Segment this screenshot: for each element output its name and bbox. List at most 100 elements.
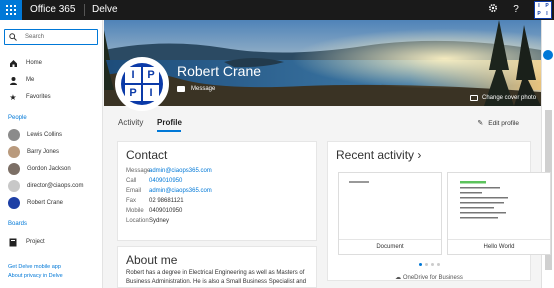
board-icon	[8, 237, 18, 247]
contact-value: 02 98681121	[149, 198, 184, 204]
document-preview	[460, 181, 508, 219]
nav-item-me[interactable]: Me	[8, 75, 34, 85]
edit-profile-label: Edit profile	[488, 119, 519, 127]
person-item[interactable]: Lewis Collins	[8, 129, 62, 141]
contact-label: Fax	[126, 198, 137, 204]
divider	[448, 239, 550, 240]
nav-item-home[interactable]: Home	[8, 58, 42, 68]
contact-row: Fax 02 98681121	[126, 198, 184, 204]
document-title: Hello World	[483, 244, 515, 250]
contact-email-link[interactable]: admin@ciaops365.com	[149, 188, 212, 194]
board-item-project[interactable]: Project	[8, 237, 45, 247]
about-title: About me	[126, 253, 178, 267]
person-name: Lewis Collins	[27, 132, 63, 138]
person-item[interactable]: director@ciaops.com	[8, 180, 83, 192]
document-preview	[349, 181, 369, 183]
home-icon	[8, 58, 18, 68]
nav-item-favorites[interactable]: ★ Favorites	[8, 92, 51, 102]
recent-activity-label: Recent activity	[336, 148, 415, 162]
contact-label: Location	[126, 218, 149, 224]
person-name: Robert Crane	[27, 200, 64, 206]
contact-label: Call	[126, 178, 137, 184]
document-card[interactable]: Hello World	[447, 172, 551, 255]
nav-label: Favorites	[26, 94, 51, 100]
contact-row: Location Sydney	[126, 218, 169, 224]
person-item[interactable]: Gordon Jackson	[8, 163, 71, 175]
divider	[84, 4, 85, 16]
app-name[interactable]: Delve	[92, 4, 118, 15]
tab-active-indicator	[157, 130, 181, 132]
nav-label: Home	[26, 60, 43, 66]
person-name: director@ciaops.com	[27, 183, 84, 189]
search-icon	[9, 33, 17, 41]
contact-row: Message admin@ciaops365.com	[126, 168, 212, 174]
about-card: About me Robert has a degree in Electric…	[117, 246, 317, 288]
contact-message-link[interactable]: admin@ciaops365.com	[149, 168, 212, 174]
waffle-icon	[6, 5, 16, 15]
left-navigation: Search Home Me ★ Favorites People Lewis …	[0, 20, 103, 288]
onedrive-label: OneDrive for Business	[402, 275, 463, 281]
board-label: Project	[26, 239, 45, 245]
search-input[interactable]: Search	[25, 34, 44, 40]
profile-photo[interactable]: IP PI	[115, 57, 169, 111]
cover-photo	[104, 20, 541, 106]
nav-label: Me	[26, 77, 35, 83]
message-button[interactable]: Message	[177, 86, 215, 92]
about-text: Robert has a degree in Electrical Engine…	[126, 270, 307, 285]
person-name: Barry Jones	[27, 149, 60, 155]
boards-section-title[interactable]: Boards	[8, 221, 27, 227]
profile-tabs: Activity Profile ✎ Edit profile	[104, 113, 541, 135]
tab-profile[interactable]: Profile	[157, 118, 182, 127]
recent-activity-card: Recent activity › Document Hello World ☁…	[327, 141, 551, 281]
feedback-smiley-icon[interactable]	[543, 50, 553, 60]
contact-label: Mobile	[126, 208, 144, 214]
edit-profile-button[interactable]: ✎ Edit profile	[477, 119, 519, 128]
contact-row: Email admin@ciaops365.com	[126, 188, 212, 194]
avatar	[8, 197, 20, 209]
person-name: Gordon Jackson	[27, 166, 71, 172]
privacy-link[interactable]: About privacy in Delve	[8, 273, 63, 279]
document-card[interactable]: Document	[338, 172, 442, 255]
cover-image	[104, 20, 541, 106]
cloud-icon: ☁	[395, 275, 402, 281]
contact-call-link[interactable]: 0409010950	[149, 178, 182, 184]
contact-value: 0409010950	[149, 208, 183, 214]
pencil-icon: ✎	[477, 120, 484, 127]
search-box[interactable]: Search	[4, 29, 98, 45]
app-launcher-button[interactable]	[0, 0, 22, 20]
mobile-app-link[interactable]: Get Delve mobile app	[8, 264, 61, 270]
contact-title: Contact	[126, 148, 168, 162]
person-item[interactable]: Robert Crane	[8, 197, 63, 209]
profile-name: Robert Crane	[177, 63, 262, 79]
profile-logo: IP PI	[121, 63, 163, 105]
contact-row: Call 0409010950	[126, 178, 182, 184]
camera-icon	[470, 95, 478, 101]
contact-label: Message	[126, 168, 151, 174]
star-icon: ★	[9, 92, 17, 102]
gear-icon[interactable]	[486, 3, 500, 17]
contact-value: Sydney	[149, 218, 170, 224]
person-item[interactable]: Barry Jones	[8, 146, 59, 158]
people-section-title[interactable]: People	[8, 115, 27, 121]
suite-bar: Office 365 Delve ? IP PI	[0, 0, 554, 20]
tab-activity[interactable]: Activity	[118, 118, 143, 127]
avatar	[8, 146, 20, 158]
recent-activity-title[interactable]: Recent activity ›	[336, 148, 421, 162]
contact-label: Email	[126, 188, 142, 194]
change-cover-label: Change cover photo	[482, 95, 537, 101]
chevron-right-icon: ›	[417, 148, 422, 162]
change-cover-button[interactable]: Change cover photo	[470, 95, 536, 101]
help-button[interactable]: ?	[509, 3, 523, 17]
onedrive-link[interactable]: ☁ OneDrive for Business	[328, 274, 530, 281]
message-label: Message	[191, 86, 216, 92]
message-icon	[177, 86, 185, 92]
carousel-dots[interactable]	[328, 263, 530, 266]
contact-row: Mobile 0409010950	[126, 208, 182, 214]
avatar	[8, 129, 20, 141]
account-avatar[interactable]: IP PI	[534, 1, 552, 19]
divider	[339, 239, 441, 240]
contact-card: Contact Message admin@ciaops365.com Call…	[117, 141, 317, 241]
avatar	[8, 180, 20, 192]
suite-name[interactable]: Office 365	[30, 4, 75, 15]
document-title: Document	[376, 244, 404, 250]
